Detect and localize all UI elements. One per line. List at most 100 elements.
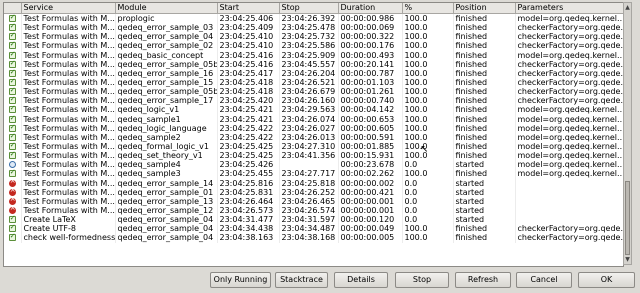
col-header-position[interactable]: Position: [453, 3, 516, 14]
duration-cell: 00:00:00.493: [338, 50, 403, 60]
table-row[interactable]: Create UTF-8qedeq_error_sample_0423:04:3…: [4, 224, 623, 234]
duration-cell: 00:00:00.002: [338, 178, 403, 188]
service-cell: Test Formulas with M...: [21, 59, 116, 69]
table-row[interactable]: Test Formulas with M...qedeq_sample323:0…: [4, 169, 623, 179]
table-row[interactable]: Test Formulas with M...qedeq_set_theory_…: [4, 151, 623, 161]
service-cell: Test Formulas with M...: [21, 187, 116, 197]
start-cell: 23:04:26.573: [217, 205, 280, 216]
stop-cell: 23:04:25.818: [279, 178, 339, 188]
percent-cell: 0.0: [402, 187, 454, 197]
percent-cell: 0.0: [402, 160, 454, 170]
col-header-start[interactable]: Start: [217, 3, 280, 14]
percent-cell: 100.0: [402, 13, 454, 24]
service-cell: Create LaTeX: [21, 215, 116, 225]
table-row[interactable]: Test Formulas with M...qedeq_error_sampl…: [4, 178, 623, 188]
service-cell: Test Formulas with M...: [21, 105, 116, 115]
table-row[interactable]: Test Formulas with M...qedeq_sample123:0…: [4, 114, 623, 124]
position-cell: finished: [453, 41, 516, 51]
col-header-percent[interactable]: %: [402, 3, 454, 14]
table-row[interactable]: Test Formulas with M...qedeq_error_sampl…: [4, 87, 623, 97]
parameters-cell: checkerFactory=org.qede...: [515, 96, 623, 106]
stop-button[interactable]: Stop: [395, 272, 449, 288]
start-cell: 23:04:25.416: [217, 59, 280, 69]
cancel-button[interactable]: Cancel: [516, 272, 572, 288]
service-cell: Test Formulas with M...: [21, 41, 116, 51]
table-row[interactable]: Test Formulas with M...qedeq_error_sampl…: [4, 205, 623, 216]
service-cell: check well-formedness: [21, 233, 116, 243]
status-cell: [4, 59, 22, 69]
table-row[interactable]: Test Formulas with M...qedeq_logic_v123:…: [4, 105, 623, 115]
service-cell: Test Formulas with M...: [21, 77, 116, 88]
col-header-stop[interactable]: Stop: [279, 3, 339, 14]
details-button[interactable]: Details: [334, 272, 388, 288]
position-cell: started: [453, 160, 516, 170]
table-row[interactable]: Test Formulas with M...qedeq_basic_conce…: [4, 50, 623, 60]
col-header-service[interactable]: Service: [21, 3, 116, 14]
table-row[interactable]: Test Formulas with M...qedeq_error_sampl…: [4, 196, 623, 206]
table-row[interactable]: Test Formulas with M...qedeq_error_sampl…: [4, 96, 623, 106]
duration-cell: 00:00:00.591: [338, 132, 403, 142]
table-row[interactable]: Test Formulas with M...qedeq_error_sampl…: [4, 187, 623, 197]
position-cell: finished: [453, 68, 516, 78]
status-cell: [4, 178, 22, 188]
module-cell: qedeq_sample2: [115, 132, 218, 142]
col-header-duration[interactable]: Duration: [338, 3, 403, 14]
scroll-down-icon[interactable]: ▼: [624, 255, 631, 264]
table-row[interactable]: Test Formulas with M...qedeq_formal_logi…: [4, 141, 623, 152]
service-cell: Test Formulas with M...: [21, 178, 116, 188]
position-cell: started: [453, 196, 516, 206]
table-row[interactable]: Test Formulas with M...qedeq_logic_langu…: [4, 123, 623, 133]
table-row[interactable]: Test Formulas with M...qedeq_error_sampl…: [4, 77, 623, 88]
process-table-viewport: Service Module Start Stop Duration % Pos…: [3, 2, 624, 267]
table-row[interactable]: Create LaTeXqedeq_error_sample_0423:04:3…: [4, 215, 623, 225]
ok-button[interactable]: OK: [578, 272, 635, 288]
start-cell: 23:04:26.464: [217, 196, 280, 206]
parameters-cell: [515, 187, 623, 197]
success-check-icon: [8, 32, 16, 41]
success-check-icon: [8, 51, 16, 59]
parameters-cell: checkerFactory=org.qede...: [515, 59, 623, 69]
table-row[interactable]: check well-formednessqedeq_error_sample_…: [4, 233, 623, 243]
only-running-button[interactable]: Only Running: [210, 272, 271, 288]
parameters-cell: checkerFactory=org.qede...: [515, 68, 623, 78]
table-row[interactable]: Test Formulas with M...proplogic23:04:25…: [4, 13, 623, 24]
position-cell: finished: [453, 169, 516, 179]
service-cell: Test Formulas with M...: [21, 151, 116, 161]
table-row[interactable]: Test Formulas with M...qedeq_error_sampl…: [4, 32, 623, 42]
refresh-button[interactable]: Refresh: [455, 272, 511, 288]
table-row[interactable]: Test Formulas with M...qedeq_sample223:0…: [4, 132, 623, 142]
service-cell: Test Formulas with M...: [21, 132, 116, 142]
success-check-icon: [8, 169, 16, 178]
table-row[interactable]: Test Formulas with M...qedeq_error_sampl…: [4, 23, 623, 33]
start-cell: 23:04:25.410: [217, 41, 280, 51]
module-cell: qedeq_error_sample_16: [115, 68, 218, 78]
scrollbar-thumb[interactable]: [625, 181, 630, 255]
table-row[interactable]: Test Formulas with M...qedeq_error_sampl…: [4, 68, 623, 78]
stacktrace-button[interactable]: Stacktrace: [275, 272, 328, 288]
position-cell: finished: [453, 87, 516, 97]
duration-cell: 00:00:01.885: [338, 141, 403, 152]
col-header-status[interactable]: [4, 3, 22, 14]
table-row[interactable]: Test Formulas with M... qedeq_sample4 23:0…: [4, 160, 623, 170]
module-cell: qedeq_error_sample_05b: [115, 87, 218, 97]
duration-cell: 00:00:00.421: [338, 187, 403, 197]
success-check-icon: [8, 14, 16, 23]
table-row[interactable]: Test Formulas with M...qedeq_error_sampl…: [4, 59, 623, 69]
percent-cell: 100.0: [402, 96, 454, 106]
status-cell: [4, 205, 22, 216]
scroll-up-icon[interactable]: ▲: [624, 3, 631, 12]
stop-cell: 23:04:26.521: [279, 77, 339, 88]
parameters-cell: [515, 196, 623, 206]
stop-cell: 23:04:26.679: [279, 87, 339, 97]
table-row[interactable]: Test Formulas with M...qedeq_error_sampl…: [4, 41, 623, 51]
vertical-scrollbar[interactable]: ▲ ▼: [623, 2, 632, 265]
module-cell: qedeq_logic_language: [115, 123, 218, 133]
col-header-parameters[interactable]: Parameters: [515, 3, 623, 14]
percent-cell: 100.0: [402, 23, 454, 33]
col-header-module[interactable]: Module: [115, 3, 218, 14]
module-cell: qedeq_sample3: [115, 169, 218, 179]
parameters-cell: model=org.qedeq.kernel...: [515, 160, 623, 170]
module-cell: qedeq_error_sample_03: [115, 23, 218, 33]
percent-cell: 100.0: [402, 50, 454, 60]
percent-cell: 100.0: [402, 132, 454, 142]
